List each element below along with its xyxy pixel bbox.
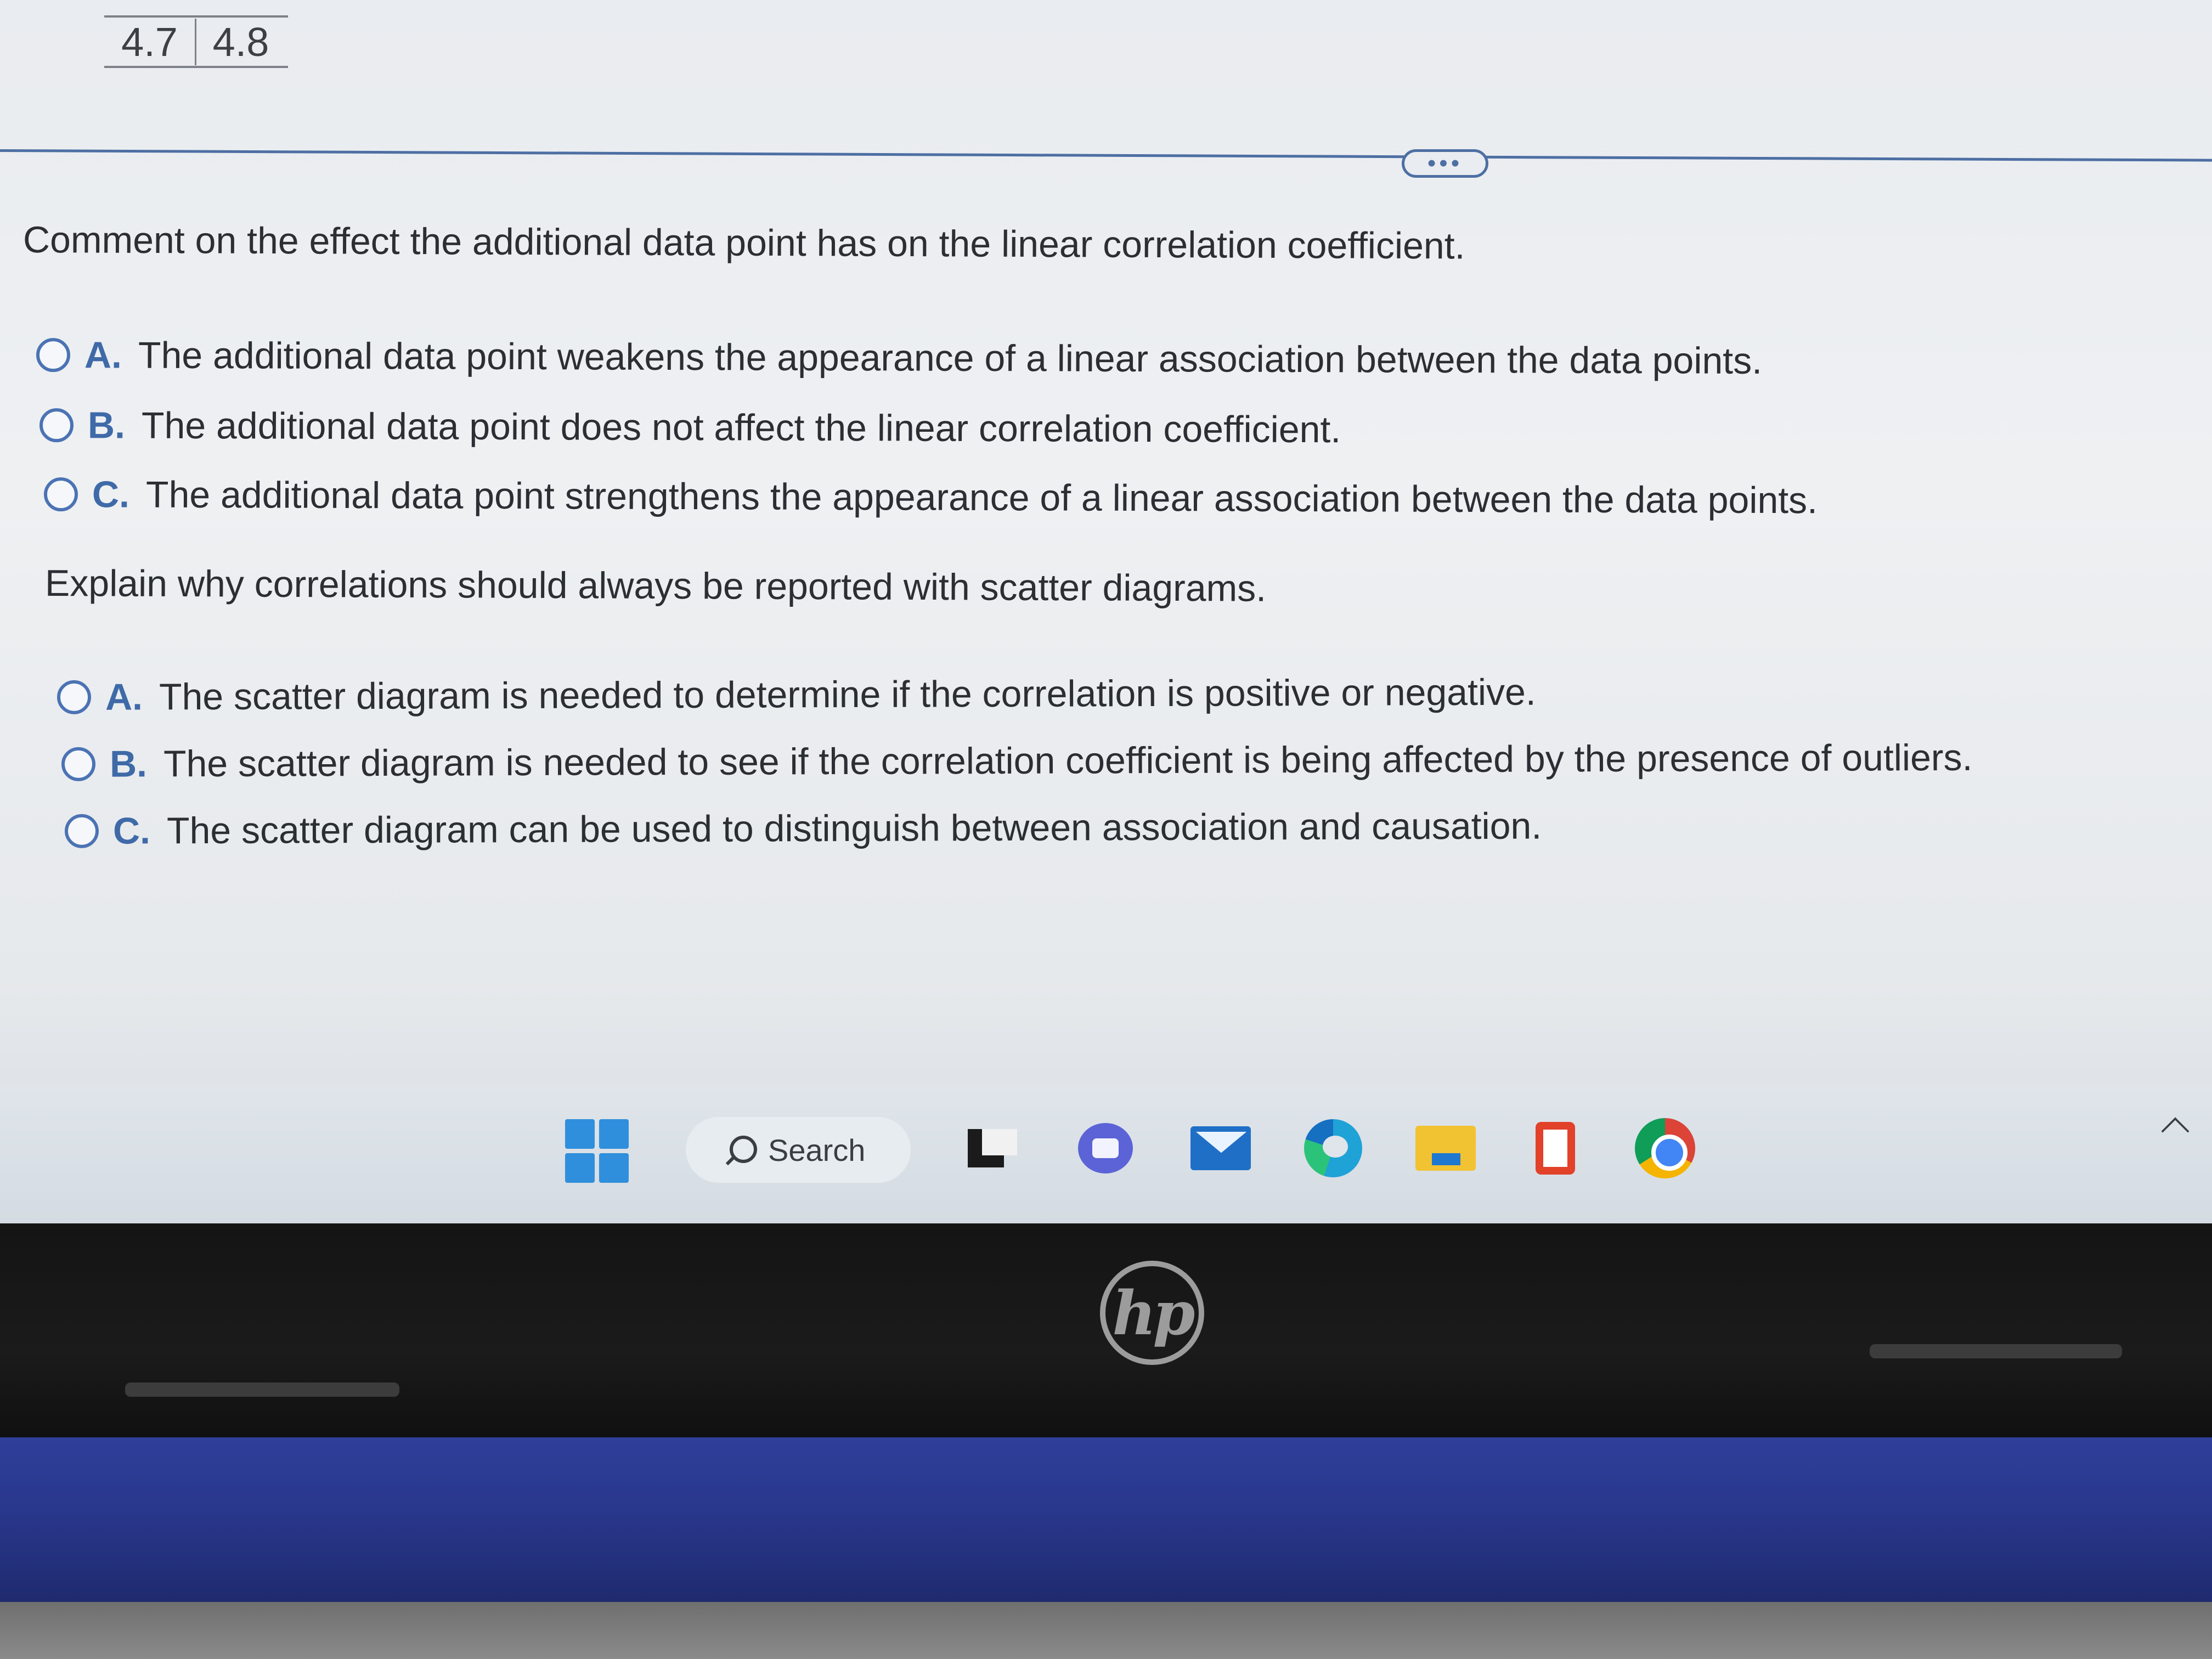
option-letter: A. (105, 676, 143, 718)
office-icon[interactable] (1525, 1118, 1585, 1178)
option-letter: B. (87, 404, 126, 447)
hinge-left (125, 1383, 399, 1397)
taskbar-search-box[interactable]: Search (686, 1117, 911, 1183)
data-table-row: 4.7 4.8 (104, 15, 288, 68)
option-letter: A. (84, 334, 122, 376)
task-view-icon[interactable] (960, 1118, 1020, 1178)
search-icon (724, 1135, 757, 1165)
q2-option-b[interactable]: B. The scatter diagram is needed to see … (61, 736, 1973, 786)
keyboard-edge (0, 1602, 2212, 1659)
radio-button[interactable] (64, 814, 99, 848)
edge-icon[interactable] (1303, 1118, 1363, 1178)
option-text: The scatter diagram is needed to determi… (159, 671, 1536, 718)
q1-option-c[interactable]: C. The additional data point strengthens… (43, 473, 1818, 522)
question-2-prompt: Explain why correlations should always b… (44, 562, 1267, 610)
windows-taskbar: Search (0, 1086, 2212, 1223)
option-text: The additional data point does not affec… (141, 404, 1341, 451)
q1-option-a[interactable]: A. The additional data point weakens the… (36, 334, 1762, 382)
radio-button[interactable] (39, 408, 74, 443)
search-label: Search (768, 1132, 866, 1167)
browser-screen: 4.7 4.8 ••• Comment on the effect the ad… (0, 0, 2212, 1223)
option-letter: C. (112, 810, 151, 852)
radio-button[interactable] (61, 747, 96, 781)
option-text: The additional data point strengthens th… (145, 473, 1818, 522)
radio-button[interactable] (57, 680, 92, 714)
option-text: The additional data point weakens the ap… (138, 334, 1763, 382)
radio-button[interactable] (43, 477, 78, 512)
q2-option-c[interactable]: C. The scatter diagram can be used to di… (64, 805, 1542, 853)
chrome-icon[interactable] (1635, 1118, 1695, 1178)
mail-icon[interactable] (1190, 1118, 1251, 1178)
option-text: The scatter diagram is needed to see if … (163, 736, 1973, 785)
q1-option-b[interactable]: B. The additional data point does not af… (39, 404, 1341, 451)
hinge-right (1870, 1344, 2122, 1358)
q2-option-a[interactable]: A. The scatter diagram is needed to dete… (57, 671, 1536, 719)
option-letter: B. (109, 743, 148, 785)
option-text: The scatter diagram can be used to disti… (166, 805, 1542, 852)
windows-start-icon[interactable] (565, 1119, 629, 1183)
table-cell: 4.8 (195, 18, 285, 65)
chat-icon[interactable] (1075, 1118, 1136, 1178)
option-letter: C. (92, 473, 130, 516)
radio-button[interactable] (36, 338, 71, 373)
section-divider (0, 149, 2212, 162)
logo-text: hp (1112, 1277, 1195, 1348)
question-1-prompt: Comment on the effect the additional dat… (22, 219, 1465, 267)
file-explorer-icon[interactable] (1415, 1118, 1476, 1178)
laptop-chassis (0, 1437, 2212, 1602)
hp-logo: hp (1100, 1261, 1204, 1365)
table-cell: 4.7 (121, 19, 178, 65)
expand-more-button[interactable]: ••• (1402, 149, 1488, 178)
